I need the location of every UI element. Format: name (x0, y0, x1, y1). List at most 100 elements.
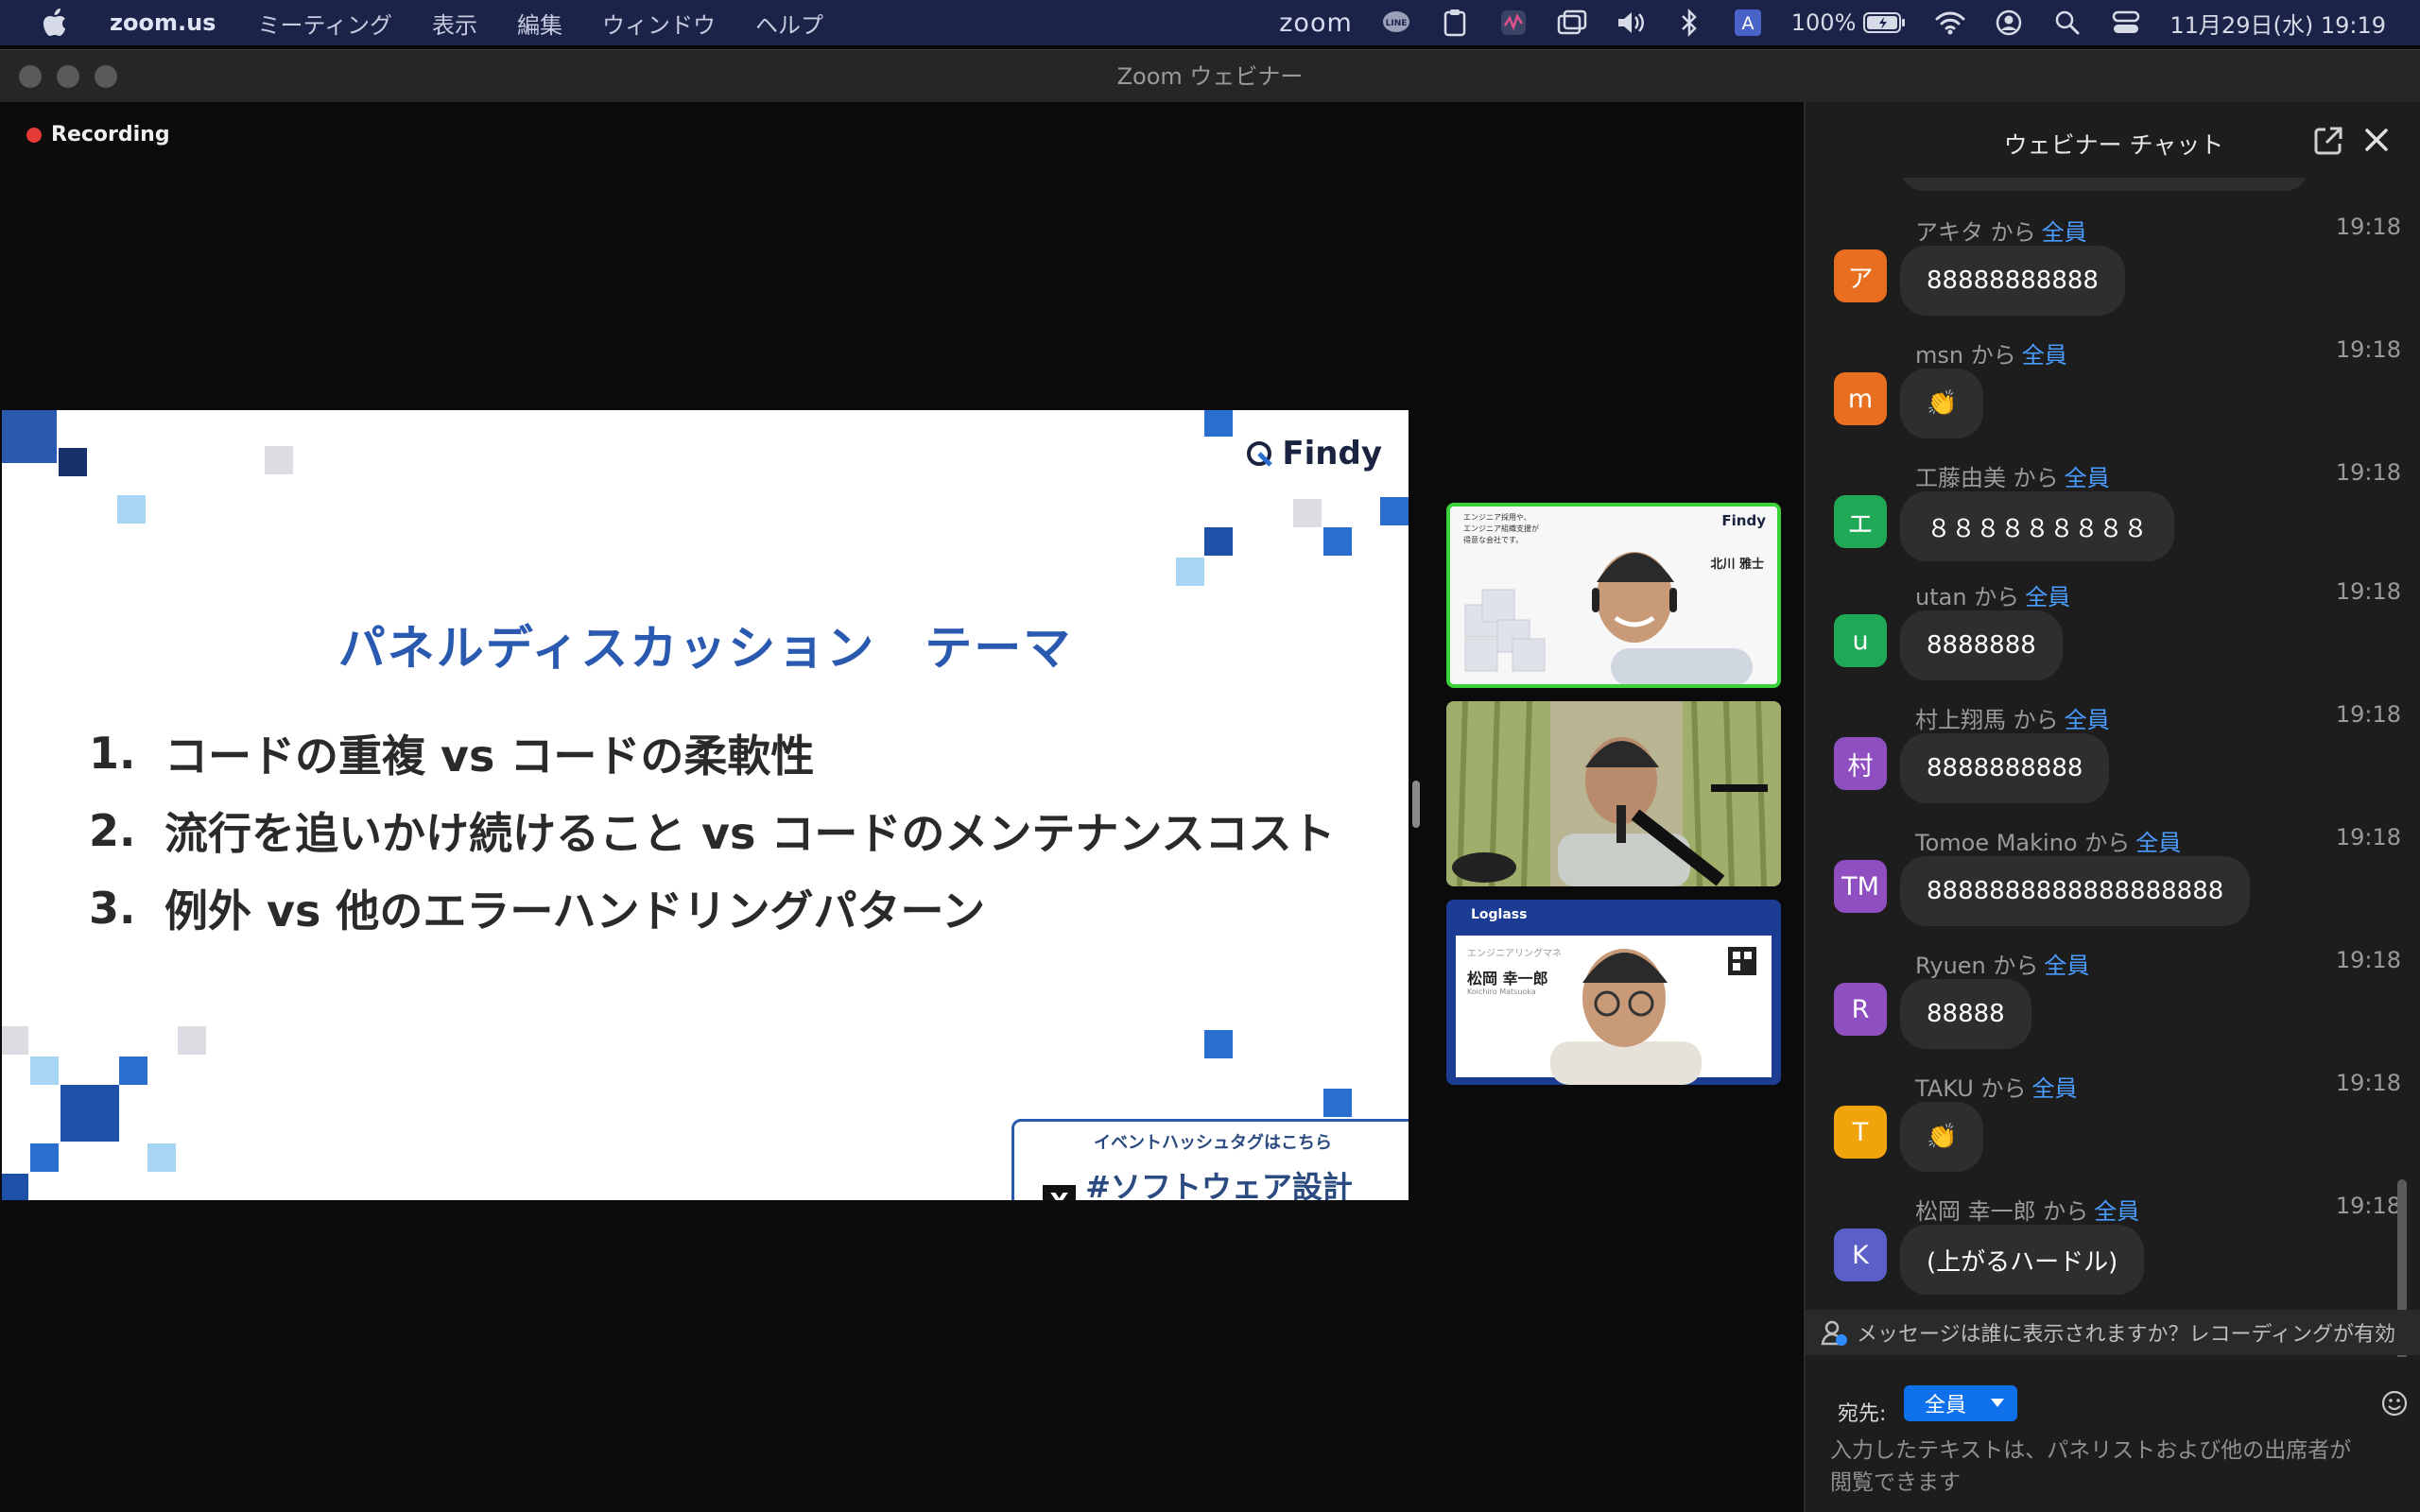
chat-header: ウェビナー チャット (1806, 102, 2420, 178)
menu-app-name[interactable]: zoom.us (110, 9, 216, 36)
line-icon[interactable]: LINE (1381, 8, 1411, 38)
message-recipient[interactable]: 全員 (2065, 465, 2110, 491)
visibility-notice[interactable]: メッセージは誰に表示されますか？レコーディングが有効 (1806, 1310, 2420, 1355)
message-recipient[interactable]: 全員 (2065, 707, 2110, 733)
x-logo-icon: X (1043, 1185, 1077, 1200)
decor-square (1323, 527, 1352, 556)
recipient-select[interactable]: 全員 (1904, 1385, 2017, 1421)
close-icon[interactable] (2360, 123, 2394, 157)
menu-window[interactable]: ウィンドウ (602, 7, 716, 40)
activity-icon[interactable] (1498, 8, 1529, 38)
message-sender: msn (1915, 342, 1964, 369)
webinar-chat-panel: ウェビナー チャット ア アキタ から 全員 19:18 88888888888 … (1804, 102, 2420, 1512)
message-sender-line: utan から 全員 (1915, 578, 2070, 611)
decor-square (60, 1085, 119, 1142)
menu-help[interactable]: ヘルプ (755, 7, 823, 40)
spotlight-search-icon[interactable] (2052, 8, 2083, 38)
avatar: T (1834, 1106, 1887, 1159)
menubar-clock[interactable]: 11月29日(水) 19:19 (2169, 7, 2386, 40)
recipient-label: 宛先: (1838, 1402, 1887, 1426)
message-bubble[interactable]: 88888888888 (1900, 246, 2125, 316)
message-recipient[interactable]: 全員 (2044, 953, 2089, 979)
chat-message: ア アキタ から 全員 19:18 88888888888 (1806, 208, 2401, 331)
message-from: から (1993, 953, 2039, 979)
apple-menu-icon[interactable] (38, 6, 72, 40)
wifi-icon[interactable] (1935, 8, 1965, 38)
decor-square (1204, 527, 1233, 556)
decor-square (2, 410, 57, 463)
avatar: TM (1834, 860, 1887, 913)
window-icon[interactable] (1557, 8, 1587, 38)
participant-video-2[interactable] (1446, 701, 1781, 886)
battery-icon (1863, 12, 1906, 33)
chevron-down-icon (1991, 1399, 2004, 1407)
decor-square (1323, 1089, 1352, 1117)
hashtag-box: イベントハッシュタグはこちら X #ソフトウェア設計_findy (1011, 1119, 1409, 1200)
message-time: 19:18 (2335, 1193, 2401, 1219)
svg-text:エンジニアリングマネ: エンジニアリングマネ (1467, 947, 1562, 959)
menu-edit[interactable]: 編集 (517, 7, 562, 40)
topic-text: 流行を追いかけ続けること vs コードのメンテナンスコスト (164, 808, 1336, 859)
participant-brand: Loglass (1471, 907, 1528, 922)
decor-square (1380, 497, 1409, 525)
shared-slide: Findy パネルディスカッション テーマ 1. コードの重複 vs コードの柔… (2, 410, 1409, 1200)
svg-text:Koichiro Matsuoka: Koichiro Matsuoka (1467, 988, 1536, 996)
hashtag-text: #ソフトウェア設計_findy (1085, 1169, 1353, 1200)
avatar: K (1834, 1228, 1887, 1281)
recording-indicator: Recording (26, 123, 170, 146)
message-time: 19:18 (2335, 824, 2401, 850)
message-sender: utan (1915, 584, 1967, 610)
message-sender: Ryuen (1915, 953, 1986, 979)
message-bubble[interactable]: 8888888 (1900, 610, 2063, 680)
message-sender-line: TAKU から 全員 (1915, 1070, 2078, 1103)
message-recipient[interactable]: 全員 (2135, 830, 2181, 856)
zoom-status-item[interactable]: zoom (1279, 9, 1353, 38)
chat-message-input[interactable]: 入力したテキストは、パネリストおよび他の出席者が閲覧できます (1830, 1435, 2360, 1499)
split-drag-handle[interactable] (1412, 781, 1420, 828)
clipboard-icon[interactable] (1440, 8, 1470, 38)
message-recipient[interactable]: 全員 (2032, 1075, 2078, 1102)
message-from: から (2013, 707, 2059, 733)
message-from: から (1980, 1075, 2027, 1102)
message-sender: 村上翔馬 (1915, 707, 2006, 733)
message-sender: TAKU (1915, 1075, 1974, 1102)
control-center-icon[interactable] (2111, 8, 2141, 38)
findy-logo: Findy (1244, 435, 1382, 472)
emoji-icon[interactable] (2380, 1389, 2409, 1418)
message-recipient[interactable]: 全員 (2022, 342, 2067, 369)
decor-square (1204, 1030, 1233, 1058)
message-bubble[interactable]: ８８８８８８８８８ (1900, 491, 2175, 561)
participant-video-feed: エンジニア採用や、 エンジニア組織支援が 得意な会社です。 (1450, 507, 1777, 684)
message-recipient[interactable]: 全員 (2025, 584, 2070, 610)
message-sender-line: 村上翔馬 から 全員 (1915, 701, 2110, 734)
participant-video-3[interactable]: エンジニアリングマネ Koichiro Matsuoka Loglass 松岡 … (1446, 900, 1781, 1085)
message-time: 19:18 (2335, 214, 2401, 240)
chat-bubble-partial (1900, 178, 2308, 191)
topic-number: 2. (89, 805, 136, 856)
chat-message-list[interactable]: ア アキタ から 全員 19:18 88888888888 m msn から 全員 … (1806, 178, 2420, 1397)
menu-view[interactable]: 表示 (432, 7, 477, 40)
menu-meeting[interactable]: ミーティング (257, 7, 392, 40)
chat-message: TM Tomoe Makino から 全員 19:18 8888888888888… (1806, 818, 2401, 941)
volume-icon[interactable] (1616, 8, 1646, 38)
message-recipient[interactable]: 全員 (2094, 1198, 2139, 1225)
video-area: Recording Findy パネルディスカッション テーマ 1. コードの重… (0, 102, 1802, 1512)
slide-heading: パネルディスカッション テーマ (337, 621, 1073, 676)
popout-icon[interactable] (2312, 125, 2344, 157)
decor-square (1293, 499, 1322, 527)
battery-indicator[interactable]: 100% (1791, 9, 1908, 36)
user-account-icon[interactable] (1994, 8, 2024, 38)
message-bubble[interactable]: 8888888888888888888 (1900, 856, 2251, 926)
bluetooth-icon[interactable] (1674, 8, 1704, 38)
message-bubble[interactable]: 👏 (1900, 1102, 1984, 1172)
message-bubble[interactable]: 8888888888 (1900, 733, 2110, 803)
message-bubble[interactable]: 88888 (1900, 979, 2031, 1049)
svg-text:エンジニア組織支援が: エンジニア組織支援が (1463, 524, 1539, 533)
message-bubble[interactable]: (上がるハードル) (1900, 1225, 2145, 1295)
avatar: u (1834, 614, 1887, 667)
message-bubble[interactable]: 👏 (1900, 369, 1984, 438)
participant-name-card: 松岡 幸一郎 (1467, 970, 1548, 988)
message-recipient[interactable]: 全員 (2042, 219, 2087, 246)
participant-video-1[interactable]: エンジニア採用や、 エンジニア組織支援が 得意な会社です。 Findy 北川 雅… (1446, 503, 1781, 688)
input-source-icon[interactable]: A (1733, 8, 1763, 38)
